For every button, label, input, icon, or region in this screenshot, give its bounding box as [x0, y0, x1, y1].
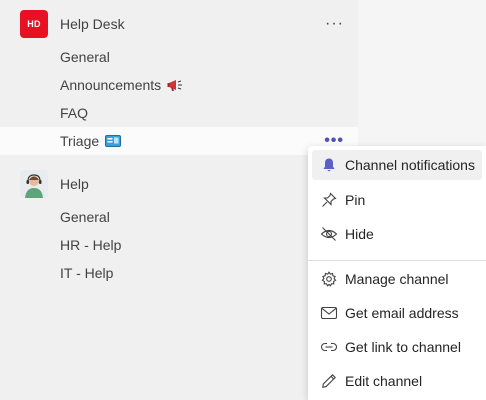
menu-item-label: Get link to channel: [345, 339, 461, 355]
channel-general[interactable]: General: [0, 203, 358, 231]
channel-triage[interactable]: Triage •••: [0, 127, 358, 155]
id-card-icon: [105, 135, 122, 147]
team-avatar: [20, 170, 48, 198]
menu-item-get-email-address[interactable]: Get email address: [308, 298, 486, 328]
menu-item-label: Pin: [345, 192, 366, 208]
menu-divider: [308, 260, 486, 261]
menu-item-label: Manage channel: [345, 271, 449, 287]
channel-hr-help[interactable]: HR - Help: [0, 231, 358, 259]
channel-label: IT - Help: [60, 265, 114, 281]
team-name: Help: [60, 176, 89, 192]
menu-item-channel-notifications[interactable]: Channel notifications: [312, 150, 482, 180]
menu-item-manage-channel[interactable]: Manage channel: [308, 264, 486, 294]
channel-label: General: [60, 209, 110, 225]
pin-icon: [320, 191, 338, 209]
gear-icon: [320, 270, 338, 288]
channel-label: HR - Help: [60, 237, 122, 253]
menu-item-label: Channel notifications: [345, 157, 475, 173]
eye-off-icon: [320, 225, 338, 243]
megaphone-icon: [167, 80, 183, 91]
channel-it-help[interactable]: IT - Help: [0, 259, 358, 287]
mail-icon: [320, 304, 338, 322]
team-help[interactable]: Help: [0, 164, 358, 204]
channel-faq[interactable]: FAQ: [0, 99, 358, 127]
menu-item-pin[interactable]: Pin: [308, 185, 486, 215]
menu-item-label: Edit channel: [345, 373, 423, 389]
menu-item-hide[interactable]: Hide: [308, 219, 486, 249]
bell-icon: [320, 156, 338, 174]
support-agent-icon: [20, 170, 48, 198]
channel-label: Triage: [60, 133, 122, 149]
menu-item-label: Get email address: [345, 305, 459, 321]
team-name: Help Desk: [60, 16, 125, 32]
channel-context-menu: Channel notifications Pin Hide Manage ch…: [308, 146, 486, 400]
team-logo: HD: [20, 10, 48, 38]
menu-item-edit-channel[interactable]: Edit channel: [308, 366, 486, 396]
pencil-icon: [320, 372, 338, 390]
channel-announcements[interactable]: Announcements: [0, 71, 358, 99]
menu-item-label: Hide: [345, 226, 374, 242]
channel-label: Announcements: [60, 77, 183, 93]
channel-label: General: [60, 49, 110, 65]
channel-label: FAQ: [60, 105, 89, 121]
channel-sidebar: HD Help Desk ··· General Announcements F…: [0, 0, 358, 400]
team-help-desk[interactable]: HD Help Desk ···: [0, 4, 358, 44]
link-icon: [320, 338, 338, 356]
menu-item-get-link-to-channel[interactable]: Get link to channel: [308, 332, 486, 362]
more-options-icon[interactable]: ···: [325, 15, 344, 33]
channel-general[interactable]: General: [0, 43, 358, 71]
